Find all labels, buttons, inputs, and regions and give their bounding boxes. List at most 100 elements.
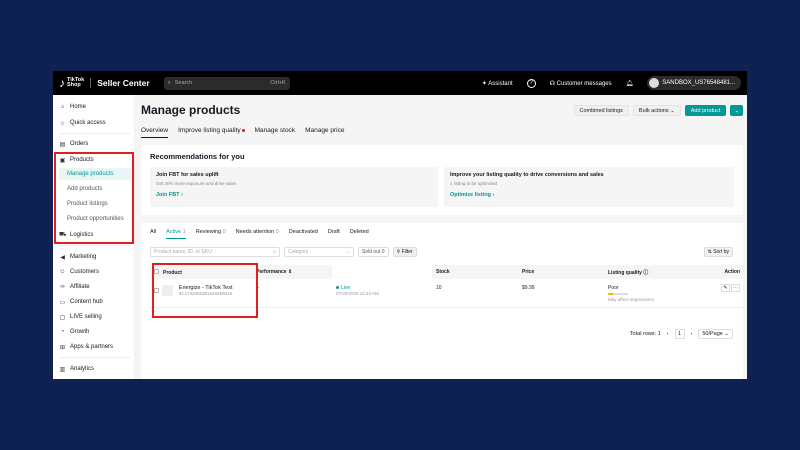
status-tab-count: 1: [182, 229, 186, 235]
sidebar-divider: [59, 245, 131, 246]
status-tab-label: Deactivated: [288, 229, 318, 235]
help-icon[interactable]: ?: [526, 78, 536, 88]
prev-page-icon[interactable]: ‹: [667, 331, 669, 337]
chevron-down-icon: ⌄: [734, 108, 739, 114]
sold-out-label: Sold out: [362, 249, 381, 255]
status-tab-needs-attention[interactable]: Needs attention 0: [236, 229, 279, 239]
card-subtitle: 1 listing to be optimized: [450, 181, 498, 186]
status-tab-reviewing[interactable]: Reviewing 0: [196, 229, 226, 239]
search-placeholder: Search: [174, 80, 193, 86]
sidebar-item-label: Orders: [70, 141, 89, 147]
page-number[interactable]: 1: [674, 329, 685, 339]
sidebar-item-customers[interactable]: ☺ Customers: [59, 266, 99, 278]
bulk-actions-button[interactable]: Bulk actions ⌄: [632, 105, 681, 116]
status-tabs: All Active 1 Reviewing 0 Needs attention…: [150, 229, 369, 239]
status-date: 07/30/2026 12:43 AM: [336, 291, 379, 296]
assistant-button[interactable]: ✦ Assistant: [482, 80, 513, 87]
sort-label: Sort by: [713, 249, 729, 255]
product-search-input[interactable]: Product name, ID, or SKU ⌕: [150, 247, 280, 257]
recommendations-title: Recommendations for you: [150, 152, 245, 161]
account-menu[interactable]: SANDBOX_US76548481...: [647, 76, 741, 90]
chevron-right-icon: ›: [492, 192, 495, 198]
recommendation-card-fbt[interactable]: Join FBT for sales uplift Get 30% more e…: [150, 167, 438, 207]
column-header-stock[interactable]: Stock: [432, 265, 518, 279]
growth-icon: ◔: [60, 329, 65, 335]
pagination: Total rows: 1 ‹ 1 › 50/Page ⌄: [630, 329, 733, 339]
add-product-button[interactable]: Add product: [684, 105, 727, 116]
status-tab-label: Needs attention: [235, 229, 275, 235]
recommendation-card-listing-quality[interactable]: Improve your listing quality to drive co…: [444, 167, 734, 207]
join-fbt-link[interactable]: Join FBT ›: [156, 192, 432, 198]
logo-line2: Shop: [67, 82, 81, 88]
sidebar-item-marketing[interactable]: ◀ Marketing: [59, 251, 96, 263]
performance-cell: --: [252, 279, 332, 308]
sold-out-filter[interactable]: Sold out 0: [358, 247, 389, 257]
tab-improve-listing-quality[interactable]: Improve listing quality: [178, 127, 245, 138]
card-title: Join FBT for sales uplift: [156, 172, 219, 178]
app-window: ♪ TikTok Shop Seller Center ⌕ Search Ctrl…: [53, 71, 747, 379]
assistant-label: Assistant: [488, 80, 513, 87]
status-tab-all[interactable]: All: [150, 229, 156, 239]
tiktok-shop-logo[interactable]: ♪ TikTok Shop: [59, 76, 84, 90]
price-cell[interactable]: $9.99: [518, 279, 604, 308]
column-header-price[interactable]: Price: [518, 265, 604, 279]
sidebar-item-orders[interactable]: ▤ Orders: [59, 138, 89, 150]
sidebar-item-label: LIVE selling: [70, 314, 102, 320]
sidebar-item-label: Home: [70, 104, 87, 110]
global-search-input[interactable]: ⌕ Search Ctrl+K: [163, 76, 290, 90]
card-title: Improve your listing quality to drive co…: [450, 172, 604, 178]
quality-bar: [608, 293, 628, 295]
sidebar-item-content-hub[interactable]: ▭ Content hub: [59, 296, 103, 308]
page-title: Manage products: [141, 103, 241, 117]
status-tab-active[interactable]: Active 1: [166, 229, 186, 239]
brand-title: Seller Center: [97, 78, 150, 88]
sidebar-item-affiliate[interactable]: ∞ Affiliate: [59, 281, 89, 293]
stock-cell[interactable]: 10: [432, 279, 518, 308]
bell-icon[interactable]: 🔔︎: [626, 80, 634, 87]
sidebar-item-quick-access[interactable]: ☆ Quick access: [59, 117, 106, 129]
page-tabs: Overview Improve listing quality Manage …: [141, 127, 344, 138]
header-label: Performance: [256, 269, 287, 275]
more-options-icon[interactable]: ⋯: [731, 284, 740, 292]
card-subtitle: Get 30% more exposure and drive sales: [156, 181, 237, 186]
sidebar-divider: [59, 133, 131, 134]
column-header-performance[interactable]: Performance ⇕: [252, 265, 332, 279]
status-tab-count: 0: [275, 229, 279, 235]
chevron-down-icon: ⌄: [724, 331, 729, 337]
combined-listings-button[interactable]: Combined listings: [573, 105, 629, 116]
sidebar-item-growth[interactable]: ◔ Growth: [59, 326, 90, 338]
tab-overview[interactable]: Overview: [141, 127, 169, 138]
tiktok-logo-icon: ♪: [59, 76, 65, 90]
tab-manage-stock[interactable]: Manage stock: [255, 127, 295, 138]
link-icon: ∞: [60, 284, 65, 290]
sidebar-divider: [59, 357, 131, 358]
sidebar-item-analytics[interactable]: ▥ Analytics: [59, 363, 94, 375]
add-product-dropdown[interactable]: ⌄: [730, 105, 743, 116]
filter-label: Filter: [401, 249, 413, 255]
column-header-status: [332, 265, 432, 279]
page-size-select[interactable]: 50/Page ⌄: [698, 329, 733, 339]
star-icon: ☆: [59, 120, 66, 127]
status-tab-label: Active: [166, 229, 182, 235]
customer-messages-button[interactable]: ☊ Customer messages: [550, 80, 612, 87]
chevron-down-icon: ⌄: [345, 249, 350, 255]
sidebar-item-apps-partners[interactable]: ⊞ Apps & partners: [59, 341, 113, 353]
tab-manage-price[interactable]: Manage price: [305, 127, 344, 138]
sidebar-item-live-selling[interactable]: ▢ LIVE selling: [59, 311, 102, 323]
status-tab-deactivated[interactable]: Deactivated: [289, 229, 318, 239]
quality-label: Poor: [608, 285, 619, 291]
home-icon: ⌂: [60, 104, 65, 110]
next-page-icon[interactable]: ›: [691, 331, 693, 337]
column-header-listing-quality[interactable]: Listing quality ⓘ: [604, 265, 694, 279]
category-select[interactable]: Category ⌄: [284, 247, 354, 257]
filter-button[interactable]: ⚲ Filter: [392, 247, 417, 257]
status-tab-draft[interactable]: Draft: [328, 229, 340, 239]
status-tab-deleted[interactable]: Deleted: [350, 229, 369, 239]
status-tab-label: Reviewing: [195, 229, 222, 235]
sort-icon: ⇕: [287, 269, 293, 275]
optimize-listing-link[interactable]: Optimize listing ›: [450, 192, 728, 198]
sort-by-button[interactable]: ⇅ Sort by: [703, 247, 733, 257]
edit-icon[interactable]: ✎: [721, 284, 730, 292]
sidebar-item-home[interactable]: ⌂ Home: [59, 101, 86, 113]
tab-label: Improve listing quality: [178, 127, 241, 134]
